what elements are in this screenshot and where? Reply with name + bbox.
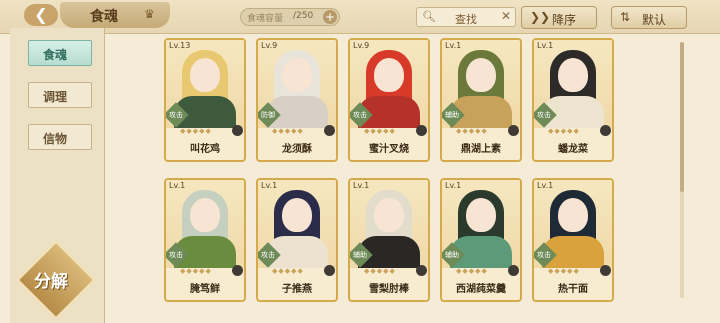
tab-recipe-label: 调理 bbox=[43, 90, 68, 104]
element-icon bbox=[600, 265, 611, 276]
star-rating: ◆◆◆◆◆ bbox=[272, 267, 304, 275]
tab-token[interactable]: 信物 bbox=[28, 124, 92, 150]
card-level: Lv.1 bbox=[537, 181, 554, 190]
decompose-label: 分解 bbox=[34, 272, 68, 292]
food-soul-card[interactable]: Lv.1 辅助 ◆◆◆◆◆ 鼎湖上素 bbox=[440, 38, 522, 162]
portrait-face bbox=[282, 58, 312, 92]
food-soul-card[interactable]: Lv.1 攻击 ◆◆◆◆◆ 腌笃鲜 bbox=[164, 178, 246, 302]
star-rating: ◆◆◆◆◆ bbox=[180, 127, 212, 135]
sort-icon: ❯❯ bbox=[530, 10, 551, 24]
star-rating: ◆◆◆◆◆ bbox=[456, 267, 488, 275]
element-icon bbox=[508, 265, 519, 276]
tab-soul[interactable]: 食魂 bbox=[28, 40, 92, 66]
element-icon bbox=[232, 125, 243, 136]
tab-token-label: 信物 bbox=[43, 132, 68, 146]
portrait-face bbox=[190, 198, 220, 232]
card-level: Lv.1 bbox=[169, 181, 186, 190]
food-soul-card[interactable]: Lv.1 辅助 ◆◆◆◆◆ 西湖莼菜羹 bbox=[440, 178, 522, 302]
food-soul-card[interactable]: Lv.1 辅助 ◆◆◆◆◆ 雪梨肘棒 bbox=[348, 178, 430, 302]
card-name: 热干面 bbox=[558, 284, 588, 295]
food-soul-card[interactable]: Lv.9 攻击 ◆◆◆◆◆ 蜜汁叉烧 bbox=[348, 38, 430, 162]
card-name: 西湖莼菜羹 bbox=[456, 284, 506, 295]
star-rating: ◆◆◆◆◆ bbox=[456, 127, 488, 135]
card-name: 雪梨肘棒 bbox=[369, 284, 409, 295]
star-rating: ◆◆◆◆◆ bbox=[272, 127, 304, 135]
card-level: Lv.1 bbox=[445, 41, 462, 50]
card-level: Lv.9 bbox=[353, 41, 370, 50]
portrait-face bbox=[466, 58, 496, 92]
clear-icon[interactable]: ✕ bbox=[501, 9, 511, 23]
capacity-count: /250 bbox=[293, 11, 313, 21]
capacity-label: 食魂容量 bbox=[247, 14, 284, 24]
food-soul-card[interactable]: Lv.13 攻击 ◆◆◆◆◆ 叫花鸡 bbox=[164, 38, 246, 162]
capacity-max: /250 bbox=[293, 11, 314, 21]
filter-button[interactable]: ⇅ 默认 bbox=[611, 6, 687, 29]
star-rating: ◆◆◆◆◆ bbox=[548, 127, 580, 135]
capacity-indicator: 食魂容量 /250 + bbox=[240, 8, 340, 26]
food-soul-card[interactable]: Lv.1 攻击 ◆◆◆◆◆ 蟠龙菜 bbox=[532, 38, 614, 162]
card-name: 蜜汁叉烧 bbox=[369, 144, 409, 155]
card-name: 龙须酥 bbox=[282, 144, 312, 155]
search-icon: 🔍︎ bbox=[422, 10, 436, 23]
element-icon bbox=[232, 265, 243, 276]
element-icon bbox=[324, 125, 335, 136]
element-icon bbox=[324, 265, 335, 276]
search-placeholder: 查找 bbox=[455, 13, 477, 26]
back-arrow-icon: ❮ bbox=[34, 5, 48, 24]
star-rating: ◆◆◆◆◆ bbox=[364, 267, 396, 275]
card-level: Lv.9 bbox=[261, 41, 278, 50]
filter-icon: ⇅ bbox=[620, 10, 631, 24]
element-icon bbox=[600, 125, 611, 136]
portrait-face bbox=[282, 198, 312, 232]
card-grid: Lv.13 攻击 ◆◆◆◆◆ 叫花鸡 Lv.9 防御 ◆◆◆◆◆ 龙须酥 Lv.… bbox=[164, 38, 634, 310]
title-tab: 食魂 ♛ bbox=[60, 2, 170, 28]
star-rating: ◆◆◆◆◆ bbox=[180, 267, 212, 275]
element-icon bbox=[416, 125, 427, 136]
crown-icon: ♛ bbox=[144, 7, 155, 21]
card-name: 叫花鸡 bbox=[190, 144, 220, 155]
tab-soul-label: 食魂 bbox=[43, 48, 68, 62]
page-title: 食魂 bbox=[90, 9, 118, 25]
portrait-face bbox=[190, 58, 220, 92]
card-name: 子推燕 bbox=[282, 284, 312, 295]
star-rating: ◆◆◆◆◆ bbox=[548, 267, 580, 275]
add-capacity-button[interactable]: + bbox=[323, 10, 337, 24]
portrait-face bbox=[558, 58, 588, 92]
card-level: Lv.1 bbox=[537, 41, 554, 50]
food-soul-card[interactable]: Lv.1 攻击 ◆◆◆◆◆ 子推燕 bbox=[256, 178, 338, 302]
scrollbar-thumb[interactable] bbox=[680, 42, 684, 192]
food-soul-card[interactable]: Lv.1 攻击 ◆◆◆◆◆ 热干面 bbox=[532, 178, 614, 302]
portrait-face bbox=[374, 58, 404, 92]
food-soul-card[interactable]: Lv.9 防御 ◆◆◆◆◆ 龙须酥 bbox=[256, 38, 338, 162]
star-rating: ◆◆◆◆◆ bbox=[364, 127, 396, 135]
portrait-face bbox=[558, 198, 588, 232]
sort-button[interactable]: ❯❯ 降序 bbox=[521, 6, 597, 29]
element-icon bbox=[416, 265, 427, 276]
portrait-face bbox=[466, 198, 496, 232]
sort-label: 降序 bbox=[552, 13, 577, 27]
filter-label: 默认 bbox=[642, 13, 667, 27]
card-name: 腌笃鲜 bbox=[190, 284, 220, 295]
back-button[interactable]: ❮ bbox=[24, 4, 58, 26]
card-level: Lv.1 bbox=[261, 181, 278, 190]
tab-recipe[interactable]: 调理 bbox=[28, 82, 92, 108]
card-level: Lv.1 bbox=[353, 181, 370, 190]
card-name: 鼎湖上素 bbox=[461, 144, 501, 155]
element-icon bbox=[508, 125, 519, 136]
card-level: Lv.13 bbox=[169, 41, 191, 50]
card-name: 蟠龙菜 bbox=[558, 144, 588, 155]
card-level: Lv.1 bbox=[445, 181, 462, 190]
search-input[interactable]: 🔍︎ 查找 ✕ bbox=[416, 7, 516, 27]
portrait-face bbox=[374, 198, 404, 232]
